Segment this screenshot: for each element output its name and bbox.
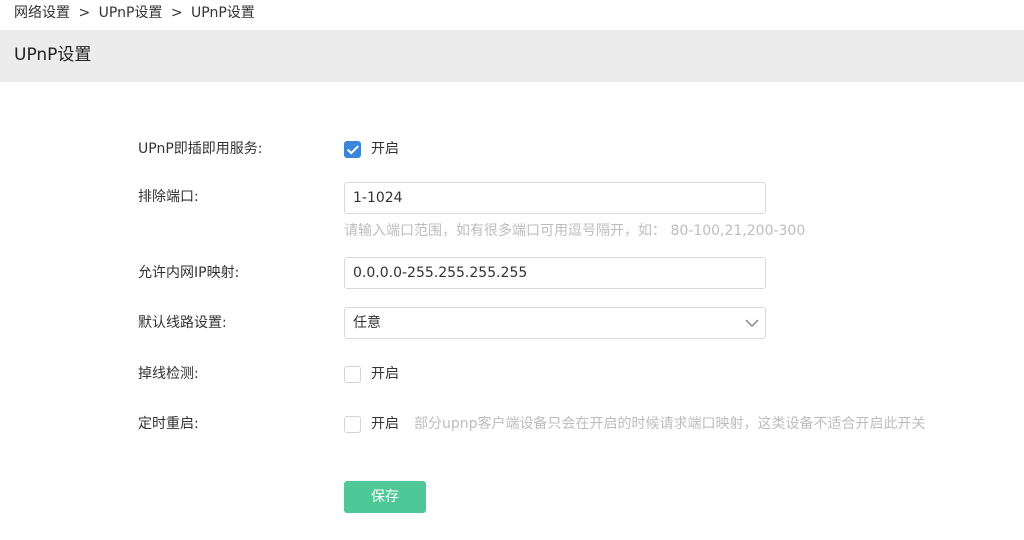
upnp-service-label: UPnP即插即用服务: [138,141,263,157]
upnp-enable-label[interactable]: 开启 [371,139,399,159]
allow-ip-mapping-label: 允许内网IP映射: [138,265,240,281]
breadcrumb-separator: > [78,5,91,21]
page-header: UPnP设置 [0,30,1024,82]
exclude-ports-label: 排除端口: [138,189,199,205]
default-line-select[interactable]: 任意 [344,307,766,339]
offline-detect-checkbox[interactable] [344,366,361,383]
scheduled-restart-note: 部分upnp客户端设备只会在开启的时候请求端口映射，这类设备不适合开启此开关 [414,416,926,432]
exclude-ports-input[interactable] [344,182,766,214]
breadcrumb-separator: > [170,5,183,21]
allow-ip-mapping-input[interactable] [344,257,766,289]
upnp-enable-checkbox[interactable] [344,141,361,158]
offline-detect-enable-label[interactable]: 开启 [371,364,399,384]
scheduled-restart-enable-label[interactable]: 开启 [371,414,399,434]
breadcrumb-item-network[interactable]: 网络设置 [14,5,70,21]
default-line-label: 默认线路设置: [138,315,227,331]
breadcrumb-item-upnp[interactable]: UPnP设置 [99,5,163,21]
breadcrumb-item-current: UPnP设置 [191,5,255,21]
default-line-value: 任意 [353,315,381,331]
scheduled-restart-checkbox[interactable] [344,416,361,433]
save-button[interactable]: 保存 [344,481,426,513]
chevron-down-icon [745,319,759,328]
exclude-ports-hint: 请输入端口范围，如有很多端口可用逗号隔开，如： 80-100,21,200-30… [344,223,806,239]
scheduled-restart-label: 定时重启: [138,416,199,432]
breadcrumb: 网络设置 > UPnP设置 > UPnP设置 [14,4,255,22]
page-title: UPnP设置 [14,45,92,65]
offline-detect-label: 掉线检测: [138,366,199,382]
